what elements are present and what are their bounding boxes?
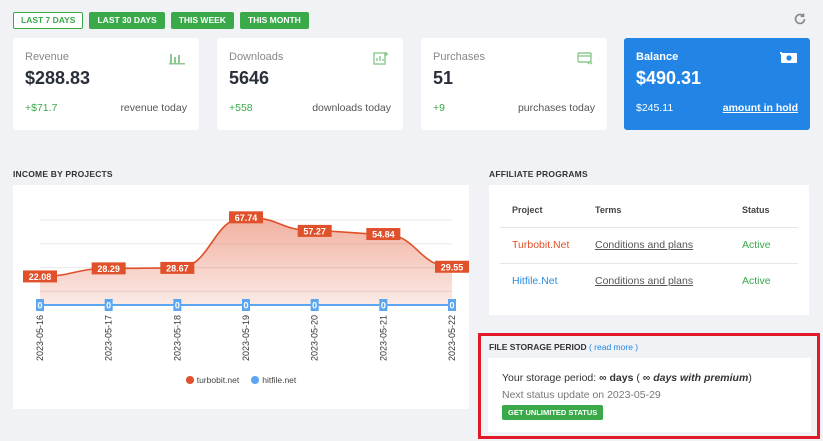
storage-prefix: Your storage period: [502, 372, 600, 384]
bar-chart-icon [169, 51, 185, 65]
filter-this-week[interactable]: THIS WEEK [170, 12, 234, 29]
x-tick-label: 2023-05-16 [35, 315, 45, 361]
turbobit-data-label: 57.27 [303, 226, 326, 236]
filter-this-month[interactable]: THIS MONTH [239, 12, 309, 29]
revenue-label: Revenue [25, 51, 70, 63]
income-chart-panel: 22.08 0 28.29 0 28.67 0 67.74 0 57.27 0 54.84 0 29.5… [13, 185, 469, 409]
col-status: Status [742, 193, 798, 228]
chart-legend: turbobit.net hitfile.net [13, 375, 469, 385]
affiliate-table: Project Terms Status Turbobit.Net Condit… [500, 193, 798, 299]
purchases-label: Purchases [433, 51, 485, 63]
x-tick-label: 2023-05-19 [241, 315, 251, 361]
get-unlimited-status-button[interactable]: GET UNLIMITED STATUS [502, 405, 604, 420]
income-chart: 22.08 0 28.29 0 28.67 0 67.74 0 57.27 0 54.84 0 29.5… [23, 211, 469, 361]
storage-section-title: FILE STORAGE PERIOD ( read more ) [489, 342, 638, 352]
hitfile-data-label: 0 [37, 301, 42, 311]
downloads-label: Downloads [229, 51, 284, 63]
downloads-card: Downloads 5646 +558 downloads today [217, 38, 403, 130]
project-turbobit[interactable]: Turbobit.Net [512, 239, 569, 251]
legend-hitfile-label: hitfile.net [262, 375, 297, 385]
affiliate-section-title: AFFILIATE PROGRAMS [489, 169, 588, 179]
affiliate-panel: Project Terms Status Turbobit.Net Condit… [489, 185, 809, 315]
x-tick-label: 2023-05-17 [104, 315, 114, 361]
storage-paren-close: ) [748, 372, 752, 384]
terms-link-hitfile[interactable]: Conditions and plans [595, 275, 693, 287]
legend-dot-hitfile [251, 376, 260, 384]
income-section-title: INCOME BY PROJECTS [13, 169, 113, 179]
turbobit-data-label: 28.29 [97, 264, 120, 274]
status-hitfile: Active [742, 275, 771, 288]
x-tick-label: 2023-05-21 [378, 315, 388, 361]
storage-period-line: Your storage period: ∞ days ( ∞ days wit… [502, 372, 811, 384]
hitfile-data-label: 0 [243, 301, 248, 311]
purchases-card: Purchases 51 +9 purchases today [421, 38, 607, 130]
turbobit-data-label: 29.55 [441, 262, 464, 272]
legend-hitfile[interactable]: hitfile.net [251, 375, 296, 385]
legend-turbobit[interactable]: turbobit.net [185, 375, 240, 385]
downloads-delta: +558 [229, 102, 253, 114]
balance-value: $490.31 [636, 68, 702, 88]
hitfile-data-label: 0 [175, 301, 180, 311]
filter-last-7-days[interactable]: LAST 7 DAYS [13, 12, 84, 29]
x-tick-label: 2023-05-18 [172, 315, 182, 361]
revenue-delta: +$71.7 [25, 102, 58, 114]
downloads-today: downloads today [312, 102, 391, 114]
storage-title-text: FILE STORAGE PERIOD [489, 342, 587, 352]
date-filter-group: LAST 7 DAYS LAST 30 DAYS THIS WEEK THIS … [13, 12, 309, 29]
storage-premium: ∞ days with premium [642, 372, 749, 384]
chart-add-icon [373, 51, 389, 65]
storage-paren-open: ( [633, 372, 643, 384]
col-terms: Terms [595, 193, 742, 228]
storage-days: ∞ days [599, 372, 634, 384]
turbobit-data-label: 54.84 [372, 230, 395, 240]
turbobit-data-label: 28.67 [166, 263, 189, 273]
balance-label: Balance [636, 51, 679, 63]
credit-card-icon [577, 51, 593, 65]
filter-last-30-days[interactable]: LAST 30 DAYS [89, 12, 165, 29]
money-icon [780, 51, 797, 65]
revenue-value: $288.83 [25, 68, 91, 88]
legend-dot-turbobit [185, 376, 194, 384]
terms-link-turbobit[interactable]: Conditions and plans [595, 239, 693, 251]
turbobit-data-label: 67.74 [235, 213, 258, 223]
hitfile-data-label: 0 [106, 301, 111, 311]
col-project: Project [500, 193, 595, 228]
purchases-value: 51 [433, 68, 454, 88]
hitfile-data-label: 0 [312, 301, 317, 311]
x-tick-label: 2023-05-20 [310, 315, 320, 361]
purchases-delta: +9 [433, 102, 445, 114]
hitfile-data-label: 0 [381, 301, 386, 311]
balance-hold-value: $245.11 [636, 102, 674, 114]
purchases-today: purchases today [517, 102, 595, 114]
project-hitfile[interactable]: Hitfile.Net [512, 275, 558, 287]
turbobit-data-label: 22.08 [29, 272, 52, 282]
storage-panel: Your storage period: ∞ days ( ∞ days wit… [488, 358, 811, 432]
table-row: Hitfile.Net Conditions and plans Active [500, 263, 798, 299]
table-row: Turbobit.Net Conditions and plans Active [500, 227, 798, 264]
next-status-update: Next status update on 2023-05-29 [502, 389, 661, 401]
read-more-link[interactable]: ( read more ) [589, 342, 638, 352]
balance-card: Balance $490.31 $245.11 amount in hold [624, 38, 810, 130]
legend-turbobit-label: turbobit.net [196, 375, 240, 385]
revenue-card: Revenue $288.83 +$71.7 revenue today [13, 38, 199, 130]
status-turbobit: Active [742, 239, 771, 251]
refresh-icon[interactable] [793, 12, 807, 26]
revenue-today: revenue today [120, 102, 187, 114]
x-tick-label: 2023-05-22 [447, 315, 457, 361]
file-storage-highlight: FILE STORAGE PERIOD ( read more ) Your s… [478, 333, 820, 439]
hitfile-data-label: 0 [449, 301, 454, 311]
downloads-value: 5646 [229, 68, 270, 88]
amount-in-hold-link[interactable]: amount in hold [723, 102, 798, 114]
